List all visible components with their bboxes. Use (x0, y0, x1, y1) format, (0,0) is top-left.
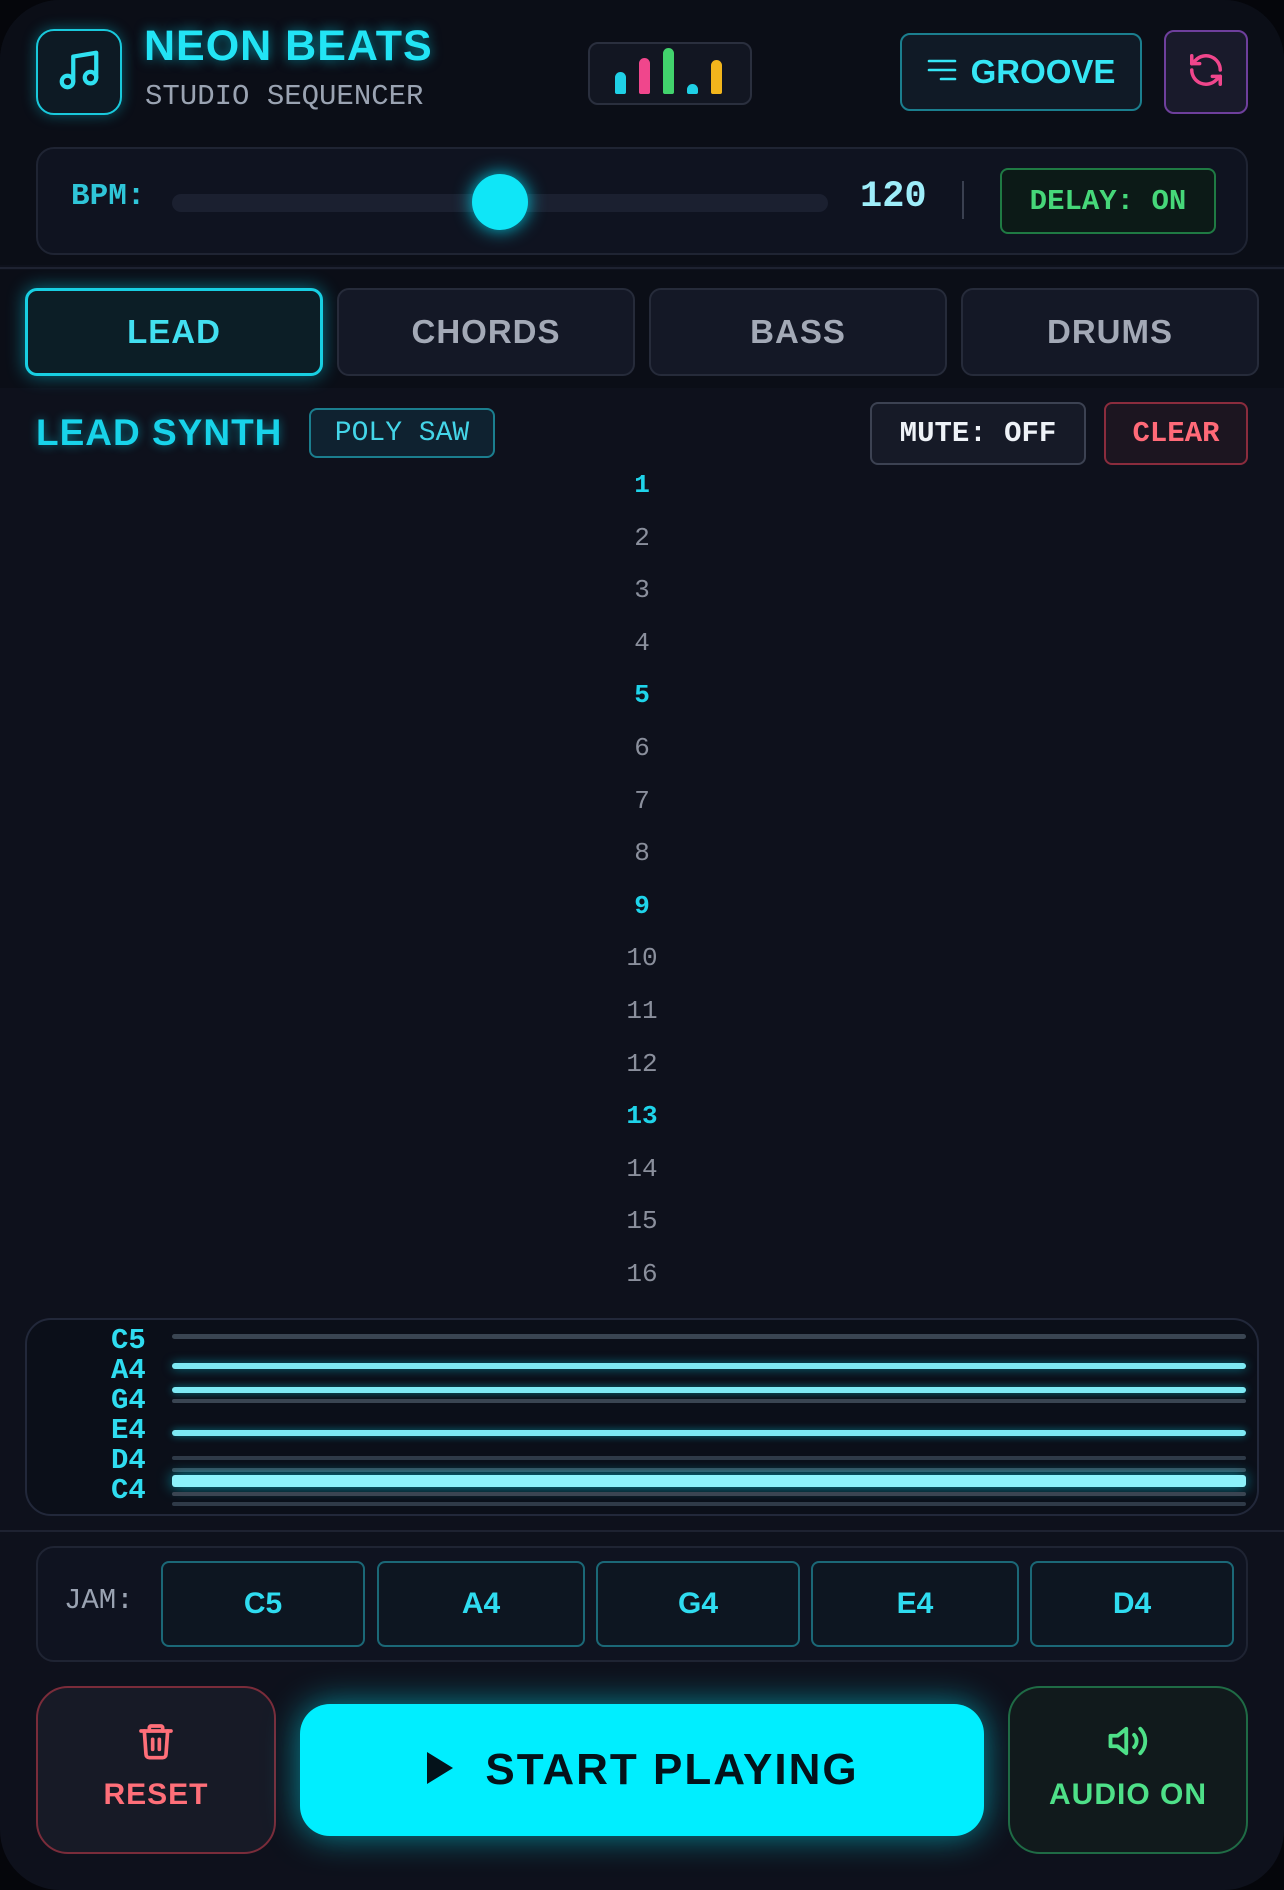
step-number: 11 (626, 996, 658, 1026)
groove-button[interactable]: GROOVE (900, 33, 1142, 111)
track-title: LEAD SYNTH (36, 412, 283, 453)
step-number: 7 (634, 786, 650, 816)
step-number: 1 (634, 470, 650, 500)
play-icon (425, 1750, 455, 1791)
step-number: 5 (634, 680, 650, 710)
start-playing-button[interactable]: START PLAYING (300, 1704, 984, 1836)
tab-lead[interactable]: LEAD (25, 288, 323, 376)
note-lane (172, 1363, 1246, 1369)
note-lane (172, 1334, 1246, 1339)
equalizer-indicator (588, 42, 752, 105)
note-label: C5 (111, 1324, 146, 1357)
jam-key[interactable]: C5 (161, 1561, 365, 1647)
refresh-icon (1187, 51, 1225, 94)
trash-icon (136, 1720, 176, 1767)
step-number: 9 (634, 891, 650, 921)
divider (0, 267, 1284, 269)
delay-toggle[interactable]: DELAY: ON (1000, 168, 1216, 234)
clear-button[interactable]: CLEAR (1104, 402, 1248, 465)
jam-key[interactable]: A4 (377, 1561, 585, 1647)
play-label: START PLAYING (485, 1745, 859, 1794)
step-number: 8 (634, 838, 650, 868)
note-label: C4 (111, 1474, 146, 1507)
jam-key[interactable]: E4 (811, 1561, 1019, 1647)
app-window: NEON BEATS STUDIO SEQUENCER GROOVE BPM: … (0, 0, 1284, 1890)
divider (0, 1530, 1284, 1532)
note-lane (172, 1502, 1246, 1506)
step-number: 10 (626, 943, 658, 973)
jam-label: JAM: (64, 1584, 134, 1617)
step-number: 3 (634, 575, 650, 605)
audio-label: AUDIO ON (1049, 1778, 1207, 1811)
jam-key[interactable]: G4 (596, 1561, 800, 1647)
step-number: 2 (634, 523, 650, 553)
menu-lines-icon (927, 53, 957, 91)
note-label: A4 (111, 1354, 146, 1387)
music-note-icon (56, 47, 102, 98)
reset-label: RESET (103, 1778, 209, 1811)
note-lane (172, 1456, 1246, 1460)
note-lane (172, 1399, 1246, 1403)
logo (36, 29, 122, 115)
tab-drums[interactable]: DRUMS (961, 288, 1259, 376)
reset-button[interactable]: RESET (36, 1686, 276, 1854)
instrument-tabs: LEAD CHORDS BASS DRUMS (0, 270, 1284, 388)
step-number: 13 (626, 1101, 658, 1131)
speaker-icon (1106, 1720, 1150, 1767)
step-number: 15 (626, 1206, 658, 1236)
bpm-value: 120 (860, 176, 927, 218)
note-lane (172, 1468, 1246, 1472)
mute-toggle[interactable]: MUTE: OFF (870, 402, 1086, 465)
divider (962, 181, 964, 219)
note-label: E4 (111, 1414, 146, 1447)
note-lane (172, 1430, 1246, 1436)
equalizer-bar (639, 58, 650, 94)
note-lane (172, 1387, 1246, 1393)
app-title: NEON BEATS (144, 22, 433, 70)
step-number: 12 (626, 1049, 658, 1079)
note-label: D4 (111, 1444, 146, 1477)
bpm-label: BPM: (71, 179, 146, 214)
note-lane (172, 1475, 1246, 1487)
refresh-button[interactable] (1164, 30, 1248, 114)
note-label: G4 (111, 1384, 146, 1417)
equalizer-bar (687, 84, 698, 94)
preset-badge[interactable]: POLY SAW (309, 408, 495, 458)
header: NEON BEATS STUDIO SEQUENCER GROOVE BPM: … (0, 0, 1284, 265)
groove-label: GROOVE (970, 53, 1116, 90)
tab-bass[interactable]: BASS (649, 288, 947, 376)
step-number: 14 (626, 1154, 658, 1184)
app-subtitle: STUDIO SEQUENCER (145, 80, 424, 113)
tab-chords[interactable]: CHORDS (337, 288, 635, 376)
step-number: 6 (634, 733, 650, 763)
piano-roll[interactable]: C5 A4 G4 E4 D4 C4 (25, 1318, 1259, 1516)
note-lane (172, 1492, 1246, 1496)
bpm-slider-thumb[interactable] (472, 174, 528, 230)
equalizer-bar (615, 72, 626, 94)
equalizer-bar (663, 48, 674, 94)
jam-panel: JAM: C5 A4 G4 E4 D4 (36, 1546, 1248, 1662)
audio-toggle[interactable]: AUDIO ON (1008, 1686, 1248, 1854)
step-number: 16 (626, 1259, 658, 1289)
step-number: 4 (634, 628, 650, 658)
jam-key[interactable]: D4 (1030, 1561, 1234, 1647)
equalizer-bar (711, 60, 722, 94)
bpm-panel: BPM: 120 DELAY: ON (36, 147, 1248, 255)
